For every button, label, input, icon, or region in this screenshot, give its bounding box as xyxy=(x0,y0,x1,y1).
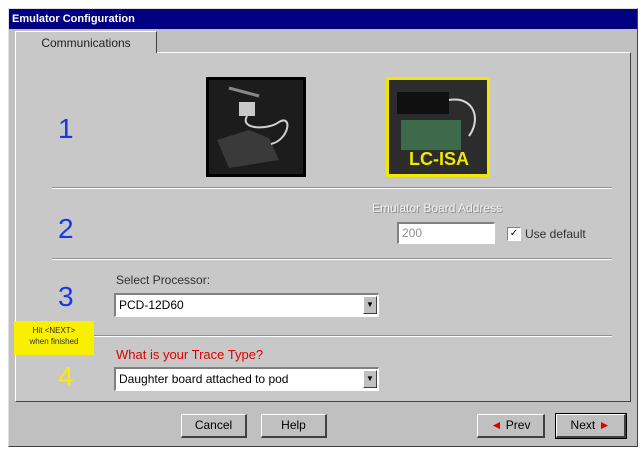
trace-type-selected-value: Daughter board attached to pod xyxy=(119,372,289,386)
lc-isa-label: LC-ISA xyxy=(409,149,469,169)
separator-1 xyxy=(52,187,612,189)
processor-dropdown-arrow-icon[interactable]: ▼ xyxy=(363,296,377,314)
next-button-label: Next xyxy=(570,418,596,432)
next-arrow-icon: ► xyxy=(598,418,611,432)
hit-next-sticker: Hit <NEXT> when finished xyxy=(14,321,94,355)
select-processor-label: Select Processor: xyxy=(116,273,211,287)
separator-2 xyxy=(52,258,612,260)
step-number-4: 4 xyxy=(58,361,74,392)
use-default-label: Use default xyxy=(525,227,586,241)
separator-3 xyxy=(52,335,612,337)
sticker-line-1: Hit <NEXT> xyxy=(32,326,76,335)
prev-button-label: Prev xyxy=(505,418,531,432)
communications-panel: 1 LC-ISA 2 Emulator Board Address 200 ✓ … xyxy=(15,52,631,402)
trace-type-dropdown-arrow-icon[interactable]: ▼ xyxy=(363,370,377,388)
emulator-board-address-label: Emulator Board Address xyxy=(372,201,503,215)
processor-selected-value: PCD-12D60 xyxy=(119,298,184,312)
step-number-3: 3 xyxy=(58,281,74,312)
cancel-button[interactable]: Cancel xyxy=(181,414,247,438)
trace-type-select[interactable]: Daughter board attached to pod ▼ xyxy=(114,367,379,391)
isa-card-photo: LC-ISA xyxy=(386,77,490,177)
processor-select[interactable]: PCD-12D60 ▼ xyxy=(114,293,379,317)
window-title: Emulator Configuration xyxy=(9,9,637,29)
use-default-checkbox[interactable]: ✓ xyxy=(507,227,521,241)
help-button-label: Help xyxy=(281,418,306,432)
cancel-button-label: Cancel xyxy=(194,418,233,432)
prev-arrow-icon: ◄ xyxy=(490,418,503,432)
next-button[interactable]: Next ► xyxy=(555,413,627,439)
trace-type-question: What is your Trace Type? xyxy=(116,347,264,362)
tab-communications[interactable]: Communications xyxy=(15,31,157,53)
pod-cable-photo xyxy=(206,77,306,177)
step-number-1: 1 xyxy=(58,113,74,144)
emulator-configuration-window: Emulator Configuration Communications 1 … xyxy=(8,8,638,447)
pod-cable-icon xyxy=(209,80,303,174)
help-button[interactable]: Help xyxy=(261,414,327,438)
step-number-2: 2 xyxy=(58,213,74,244)
emulator-board-address-input[interactable]: 200 xyxy=(397,222,495,244)
sticker-line-2: when finished xyxy=(29,337,79,346)
prev-button[interactable]: ◄ Prev xyxy=(477,414,545,438)
